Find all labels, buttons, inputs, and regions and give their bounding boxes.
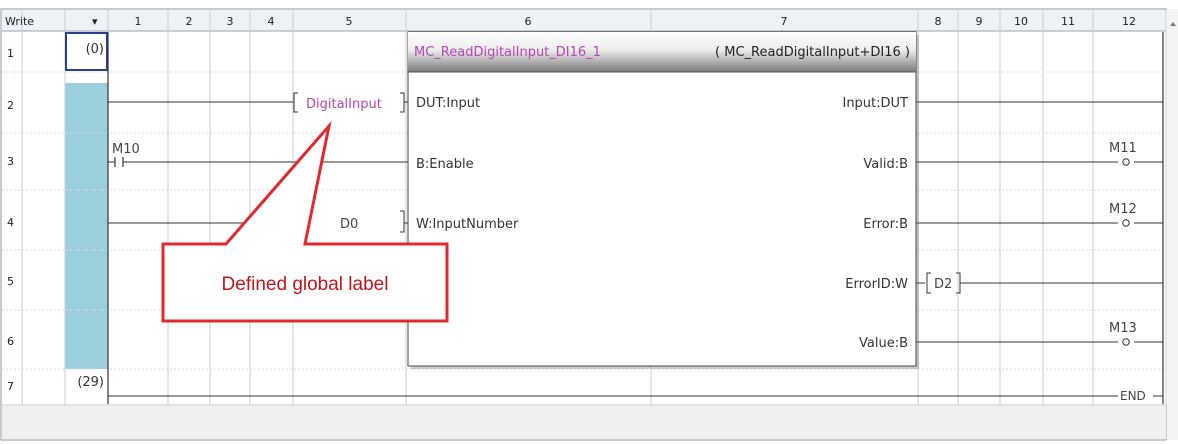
row-number: 1 bbox=[7, 47, 14, 60]
row-number: 6 bbox=[7, 335, 14, 348]
column-header: 9 bbox=[976, 15, 983, 28]
column-header: 11 bbox=[1061, 15, 1075, 28]
contact-m10-label[interactable]: M10 bbox=[112, 142, 140, 157]
coil-m11-label[interactable]: M11 bbox=[1109, 141, 1137, 156]
column-header: 2 bbox=[186, 15, 193, 28]
fb-output-pin: Error:B bbox=[863, 217, 908, 232]
step-number: (0) bbox=[86, 42, 104, 57]
fb-output-pin: Value:B bbox=[859, 336, 908, 351]
coil-m12-label[interactable]: M12 bbox=[1109, 202, 1137, 217]
column-header: 8 bbox=[935, 15, 942, 28]
callout-text: Defined global label bbox=[222, 274, 389, 295]
column-header-bar bbox=[2, 10, 1166, 31]
column-header: 5 bbox=[346, 15, 353, 28]
fb-input-pin: W:InputNumber bbox=[416, 217, 519, 232]
fb-output-pin: Valid:B bbox=[863, 157, 908, 172]
d0-operand[interactable]: D0 bbox=[340, 217, 358, 232]
mode-label: Write bbox=[5, 15, 34, 28]
ladder-editor: Write ▾ 1 2 3 4 5 6 7 8 9 10 11 12 1 (0)234567 (29) bbox=[0, 0, 1178, 444]
end-instruction[interactable]: END bbox=[1120, 389, 1146, 403]
fb-type-name: ( MC_ReadDigitalInput+DI16 ) bbox=[715, 45, 910, 60]
fb-input-pin: B:Enable bbox=[416, 157, 474, 172]
row-number: 3 bbox=[7, 155, 14, 168]
column-header: 12 bbox=[1122, 15, 1136, 28]
row-number: 2 bbox=[7, 99, 14, 112]
fb-output-pin: Input:DUT bbox=[842, 96, 908, 111]
function-block[interactable]: MC_ReadDigitalInput_DI16_1 ( MC_ReadDigi… bbox=[407, 31, 919, 369]
row-number: 5 bbox=[7, 275, 14, 288]
column-header: 7 bbox=[781, 15, 788, 28]
coil-m13-label[interactable]: M13 bbox=[1109, 321, 1137, 336]
column-header: 1 bbox=[135, 15, 142, 28]
column-header: 10 bbox=[1014, 15, 1028, 28]
chevron-down-icon[interactable]: ▾ bbox=[92, 15, 98, 28]
selected-column-highlight bbox=[65, 83, 108, 369]
column-header: 4 bbox=[268, 15, 275, 28]
column-header: 6 bbox=[525, 15, 532, 28]
step-number: (29) bbox=[77, 375, 104, 390]
d2-operand[interactable]: D2 bbox=[934, 277, 952, 292]
digital-input-operand[interactable]: DigitalInput bbox=[306, 97, 382, 112]
vertical-scrollbar[interactable] bbox=[1167, 9, 1178, 440]
fb-instance-name[interactable]: MC_ReadDigitalInput_DI16_1 bbox=[414, 45, 601, 60]
fb-output-pin: ErrorID:W bbox=[845, 277, 908, 292]
column-header: 3 bbox=[227, 15, 234, 28]
row-number: 7 bbox=[7, 380, 14, 393]
row-number: 4 bbox=[7, 216, 14, 229]
fb-input-pin: DUT:Input bbox=[416, 96, 480, 111]
